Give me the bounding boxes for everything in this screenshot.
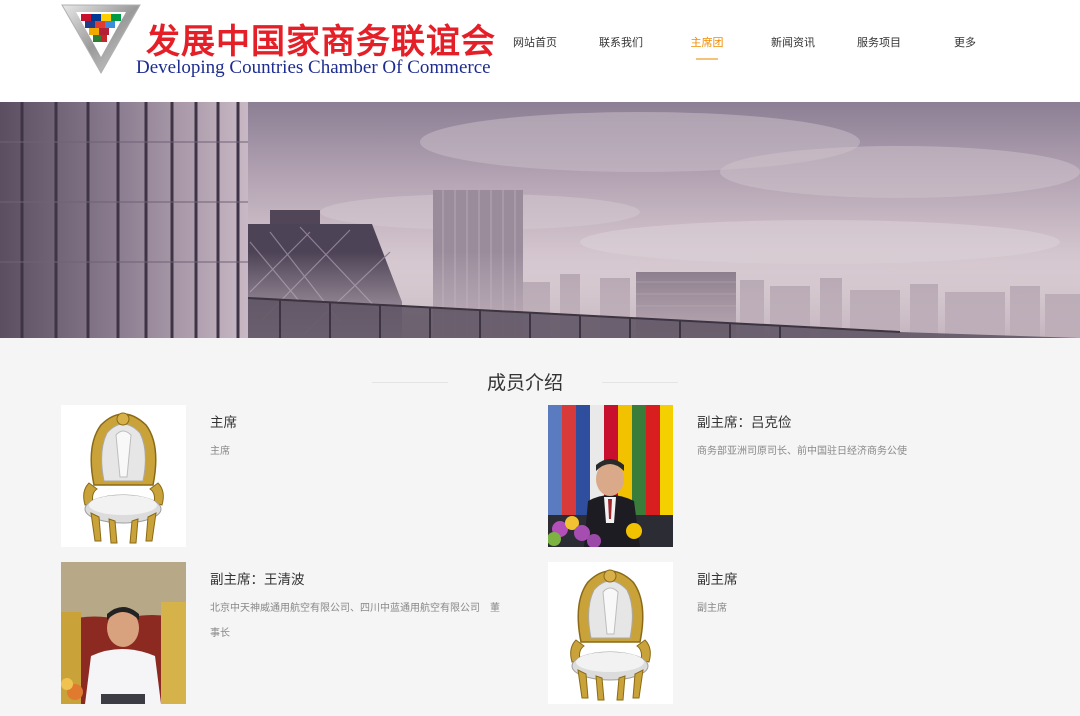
nav-item-home[interactable]: 网站首页 (492, 34, 578, 54)
member-name[interactable]: 副主席：吕克俭 (697, 411, 792, 431)
member-description: 副主席 (697, 603, 727, 614)
nav-item-services[interactable]: 服务项目 (836, 34, 922, 54)
throne-chair-image (61, 405, 186, 547)
member-card[interactable]: 主席 主席 (61, 405, 521, 547)
members-section-header: 成员介绍 (372, 370, 678, 398)
main-nav: 网站首页 联系我们 主席团 新闻资讯 服务项目 更多 (492, 34, 1008, 60)
throne-chair-image (548, 562, 673, 704)
member-name[interactable]: 副主席：王清波 (210, 568, 305, 588)
section-divider-right (602, 382, 678, 383)
speaker-photo-image (548, 405, 673, 547)
section-divider-left (372, 382, 448, 383)
logo-english-title[interactable]: Developing Countries Chamber Of Commerce (136, 57, 491, 79)
member-photo[interactable] (61, 562, 186, 704)
section-title: 成员介绍 (486, 372, 563, 394)
member-description: 商务部亚洲司原司长、前中国驻日经济商务公使 (697, 446, 907, 457)
member-name[interactable]: 副主席 (697, 568, 738, 588)
logo-chinese-title[interactable]: 发展中国家商务联谊会 (146, 14, 496, 63)
hero-banner (0, 102, 1080, 338)
nav-item-contact[interactable]: 联系我们 (578, 34, 664, 54)
speaker-photo-image (61, 562, 186, 704)
member-card[interactable]: 副主席 副主席 (548, 562, 1008, 704)
member-name[interactable]: 主席 (210, 411, 237, 431)
nav-item-more[interactable]: 更多 (922, 34, 1008, 54)
member-card[interactable]: 副主席：王清波 北京中天神威通用航空有限公司、四川中蓝通用航空有限公司 董事长 (61, 562, 521, 704)
member-photo[interactable] (548, 562, 673, 704)
nav-item-presidium[interactable]: 主席团 (664, 34, 750, 60)
member-description: 北京中天神威通用航空有限公司、四川中蓝通用航空有限公司 董事长 (210, 603, 500, 639)
site-header: 发展中国家商务联谊会 Developing Countries Chamber … (0, 0, 1080, 102)
member-photo[interactable] (61, 405, 186, 547)
member-description: 主席 (210, 446, 230, 457)
nav-item-news[interactable]: 新闻资讯 (750, 34, 836, 54)
member-card[interactable]: 副主席：吕克俭 商务部亚洲司原司长、前中国驻日经济商务公使 (548, 405, 1008, 547)
city-skyline-banner-image (0, 102, 1080, 338)
triangle-flags-logo-icon[interactable] (60, 3, 142, 75)
member-photo[interactable] (548, 405, 673, 547)
